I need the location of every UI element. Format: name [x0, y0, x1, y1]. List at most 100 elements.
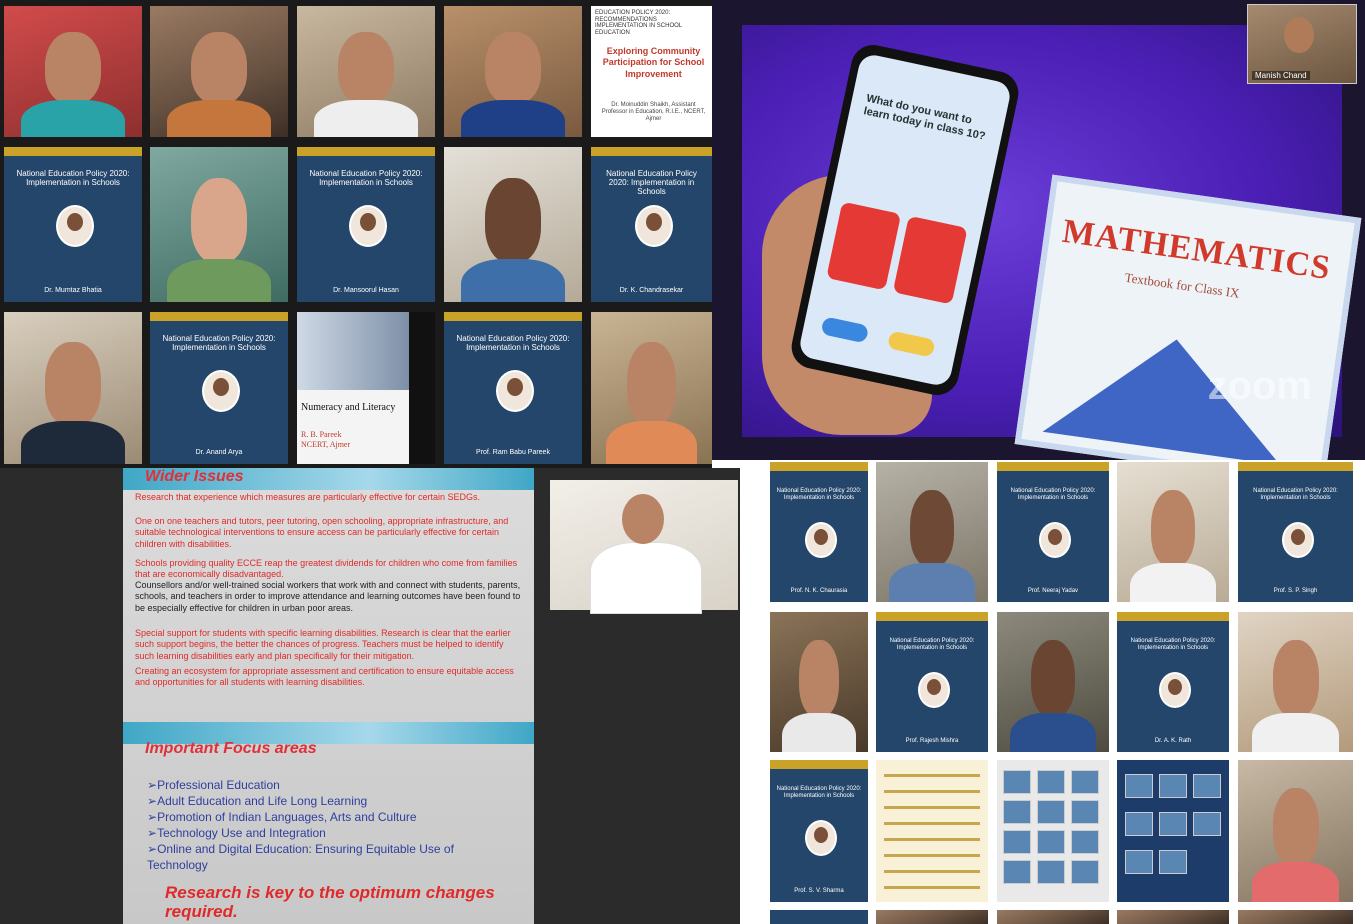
- participant-video[interactable]: [444, 147, 582, 302]
- participant-video[interactable]: [1238, 612, 1353, 752]
- zoom-watermark: zoom: [1207, 364, 1312, 408]
- bottom-right-gallery: National Education Policy 2020: Implemen…: [768, 460, 1365, 924]
- speaker-name: Prof. S. V. Sharma: [794, 888, 844, 894]
- book-title: MATHEMATICS: [1060, 212, 1334, 288]
- speaker-video[interactable]: [550, 480, 738, 614]
- participant-video[interactable]: [150, 6, 288, 137]
- avatar: [349, 205, 387, 247]
- focus-item: ➢Online and Digital Education: Ensuring …: [147, 842, 454, 872]
- partial-tile[interactable]: [770, 910, 868, 924]
- doc-title: Exploring Community Participation for Sc…: [602, 46, 705, 79]
- slide-bullet: Counsellors and/or well-trained social w…: [135, 580, 521, 613]
- doc-author: Dr. Moinuddin Shaikh, Assistant Professo…: [601, 102, 706, 123]
- focus-item: ➢Adult Education and Life Long Learning: [147, 794, 368, 808]
- avatar: [1159, 672, 1191, 708]
- speaker-slide-tile[interactable]: National Education Policy 2020: Implemen…: [4, 147, 142, 302]
- top-left-gallery: EDUCATION POLICY 2020: RECOMMENDATIONS I…: [0, 0, 712, 468]
- slide-title: National Education Policy 2020: Implemen…: [16, 169, 130, 188]
- avatar: [1039, 522, 1071, 558]
- speaker-name: Prof. Ram Babu Pareek: [476, 449, 550, 456]
- participant-video[interactable]: [876, 462, 988, 602]
- doc-header: EDUCATION POLICY 2020: RECOMMENDATIONS I…: [595, 10, 682, 36]
- slide-bullet: Schools providing quality ECCE reap the …: [135, 558, 518, 580]
- slide-bullet: Special support for students with specif…: [135, 628, 511, 661]
- slide-title: National Education Policy 2020: Implemen…: [1130, 638, 1216, 651]
- speaker-slide-tile[interactable]: National Education Policy 2020: Implemen…: [591, 147, 712, 302]
- participant-video[interactable]: [444, 6, 582, 137]
- slide-bullet: Research that experience which measures …: [135, 492, 480, 502]
- participant-video[interactable]: [1238, 760, 1353, 902]
- presenter-name: R. B. Pareek NCERT, Ajmer: [301, 430, 351, 450]
- shared-video[interactable]: What do you want to learn today in class…: [742, 25, 1362, 460]
- slide-title: National Education Policy 2020: Implemen…: [1253, 488, 1338, 501]
- textbook-image: MATHEMATICS Textbook for Class IX: [1014, 174, 1362, 460]
- participant-name: Manish Chand: [1252, 71, 1310, 80]
- speaker-name: Dr. A. K. Rath: [1154, 738, 1192, 744]
- partial-tile[interactable]: [1238, 910, 1353, 924]
- participant-video[interactable]: [4, 312, 142, 464]
- app-card: [826, 201, 902, 291]
- participant-video[interactable]: [297, 6, 435, 137]
- slide-title: Numeracy and Literacy: [301, 402, 396, 413]
- focus-item: ➢Professional Education: [147, 778, 280, 792]
- participant-video[interactable]: [997, 612, 1109, 752]
- speaker-slide-tile[interactable]: National Education Policy 2020: Implemen…: [997, 462, 1109, 602]
- slide-title: National Education Policy 2020: Implemen…: [776, 786, 862, 799]
- slide-title: National Education Policy 2020: Implemen…: [309, 169, 423, 188]
- speaker-name: Prof. Rajesh Mishra: [905, 738, 959, 744]
- speaker-slide-tile[interactable]: National Education Policy 2020: Implemen…: [444, 312, 582, 464]
- book-subtitle: Textbook for Class IX: [1123, 269, 1241, 301]
- slide-title: National Education Policy 2020: Implemen…: [162, 334, 276, 353]
- speaker-slide-tile[interactable]: National Education Policy 2020: Implemen…: [1117, 612, 1229, 752]
- speaker-slide-tile[interactable]: National Education Policy 2020: Implemen…: [770, 760, 868, 902]
- participant-video[interactable]: [150, 147, 288, 302]
- bottom-left-presentation: Wider Issues Research that experience wh…: [0, 468, 740, 924]
- phone-question: What do you want to learn today in class…: [862, 92, 987, 143]
- avatar: [496, 370, 534, 412]
- shared-gallery-screen[interactable]: [1117, 760, 1229, 902]
- shared-notice-document[interactable]: [876, 760, 988, 902]
- speaker-slide-tile[interactable]: National Education Policy 2020: Implemen…: [770, 462, 868, 602]
- partial-tile[interactable]: [1117, 910, 1229, 924]
- speaker-name: Prof. N. K. Chaurasia: [790, 588, 848, 594]
- slide-title: National Education Policy 2020: Implemen…: [889, 638, 975, 651]
- slide-bullet: One on one teachers and tutors, peer tut…: [135, 516, 509, 549]
- phone-image: What do you want to learn today in class…: [787, 40, 1023, 400]
- partial-tile[interactable]: [997, 910, 1109, 924]
- speaker-slide-tile[interactable]: National Education Policy 2020: Implemen…: [150, 312, 288, 464]
- avatar: [805, 820, 837, 856]
- slide-heading: Wider Issues: [145, 468, 244, 485]
- participant-video[interactable]: [770, 612, 868, 752]
- participant-video[interactable]: [1117, 462, 1229, 602]
- slide-bullet: Creating an ecosystem for appropriate as…: [135, 666, 514, 688]
- avatar: [805, 522, 837, 558]
- avatar: [1281, 522, 1314, 558]
- app-button: [820, 316, 870, 344]
- avatar: [634, 205, 673, 247]
- slide-title: National Education Policy 2020: Implemen…: [1010, 488, 1096, 501]
- slide-heading: Important Focus areas: [145, 740, 317, 757]
- app-button: [886, 330, 936, 358]
- partial-tile[interactable]: [876, 910, 988, 924]
- shared-slide-literacy[interactable]: Numeracy and Literacy R. B. Pareek NCERT,…: [297, 312, 435, 464]
- speaker-name: Dr. K. Chandrasekar: [619, 287, 684, 294]
- shared-document-tile[interactable]: EDUCATION POLICY 2020: RECOMMENDATIONS I…: [591, 6, 712, 137]
- speaker-slide-tile[interactable]: National Education Policy 2020: Implemen…: [876, 612, 988, 752]
- self-view-thumbnail[interactable]: Manish Chand: [1247, 4, 1357, 84]
- top-right-speaker-view: What do you want to learn today in class…: [712, 0, 1365, 460]
- speaker-name: Prof. S. P. Singh: [1273, 588, 1318, 594]
- speaker-slide-tile[interactable]: National Education Policy 2020: Implemen…: [297, 147, 435, 302]
- focus-item: ➢Technology Use and Integration: [147, 826, 326, 840]
- shared-gallery-screen[interactable]: [997, 760, 1109, 902]
- presentation-slide[interactable]: Wider Issues Research that experience wh…: [123, 468, 534, 924]
- participant-video[interactable]: [591, 312, 712, 464]
- speaker-name: Prof. Neeraj Yadav: [1027, 588, 1079, 594]
- avatar: [918, 672, 950, 708]
- slide-title: National Education Policy 2020: Implemen…: [456, 334, 570, 353]
- phone-screen: What do you want to learn today in class…: [797, 52, 1013, 388]
- focus-item: ➢Promotion of Indian Languages, Arts and…: [147, 810, 417, 824]
- slide-title: National Education Policy 2020: Implemen…: [776, 488, 862, 501]
- avatar: [202, 370, 240, 412]
- participant-video[interactable]: [4, 6, 142, 137]
- speaker-slide-tile[interactable]: National Education Policy 2020: Implemen…: [1238, 462, 1353, 602]
